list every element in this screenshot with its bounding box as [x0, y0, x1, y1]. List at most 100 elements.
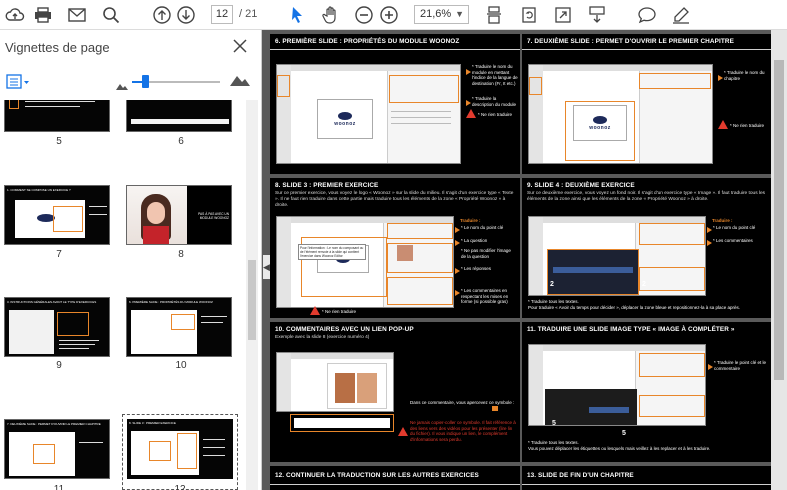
search-icon[interactable] — [100, 4, 122, 26]
slide-note: * Traduire la description du module — [472, 96, 517, 107]
editor-screenshot: woonoz — [528, 64, 713, 164]
slide-note: * La question — [461, 238, 488, 243]
slide-note: Dans ce commentaire, vous apercevez ce s… — [410, 400, 515, 405]
slide-note: * Traduire tous les textes. — [528, 299, 579, 304]
page-thumbnail-8[interactable]: PAS À PAS AVEC UN MODULE WOONOZ — [126, 185, 232, 245]
thumbnail-caption: 3. INSTRUCTIONS GÉNÉRALES AVANT LE TYPE … — [7, 300, 97, 304]
page-thumbnail-12-selected[interactable]: 8. SLIDE 3 : PREMIER EXERCICE — [122, 414, 238, 490]
slide-description: Sur ce premier exercice, vous voyez le l… — [275, 191, 514, 208]
info-callout: Pour l'information : Le nom du composant… — [298, 244, 366, 260]
thumbnail-scrollbar-handle[interactable] — [248, 260, 256, 340]
slide-7: 7. DEUXIÈME SLIDE : PERMET D'OUVRIR LE P… — [522, 34, 772, 174]
page-number-label: 6 — [178, 136, 184, 147]
slide-note: * Ne rien traduire — [322, 309, 357, 314]
small-thumbnail-icon[interactable] — [116, 77, 128, 95]
slide-note: Traduire : — [460, 218, 481, 223]
thumbnail-caption: 1. COMMENT SE COMPOSE UN EXERCICE ? — [7, 188, 71, 192]
editor-screenshot — [528, 216, 706, 296]
collapse-panel-handle[interactable]: ◀ — [263, 255, 270, 279]
page-up-icon[interactable] — [151, 4, 173, 26]
slide-note: * Les commentaires — [713, 238, 753, 243]
slide-note: * Traduire le nom du module en mettant l… — [472, 64, 518, 86]
slide-title: 10. COMMENTAIRES AVEC UN LIEN POP-UP — [275, 326, 414, 333]
step-badge: 5 — [622, 430, 626, 437]
page-thumbnail-6[interactable] — [126, 100, 232, 132]
panel-title: Vignettes de page — [5, 40, 110, 55]
thumbnail-caption: 6. PREMIÈRE SLIDE : PROPRIÉTÉS DU MODULE… — [129, 300, 213, 304]
scroll-mode-icon[interactable] — [586, 4, 608, 26]
email-icon[interactable] — [66, 4, 88, 26]
slide-note: * Les commentaires en respectant les mis… — [461, 288, 509, 304]
zoom-in-icon[interactable] — [378, 4, 400, 26]
slide-title: 9. SLIDE 4 : DEUXIÈME EXERCICE — [527, 182, 635, 189]
slide-9: 9. SLIDE 4 : DEUXIÈME EXERCICE Sur ce de… — [522, 178, 772, 318]
full-screen-icon[interactable] — [552, 4, 574, 26]
large-thumbnail-icon[interactable] — [230, 73, 250, 91]
toolbar: 12 / 21 21,6% ▼ — [0, 0, 787, 30]
slide-note: * Le nom du point clé — [461, 225, 504, 230]
page-thumbnail-11[interactable]: 7. DEUXIÈME SLIDE : PERMET D'OUVRIR LE P… — [4, 419, 110, 479]
slide-note: * Le nom du point clé — [713, 225, 756, 230]
slide-title: 6. PREMIÈRE SLIDE : PROPRIÉTÉS DU MODULE… — [275, 38, 460, 45]
warning-icon — [466, 109, 476, 118]
slide-note: * Ne pas modifier l'image de la question — [461, 248, 511, 259]
slide-description: Exemple avec la slide 8 (exercice numéro… — [275, 335, 370, 340]
step-badge: 5 — [552, 420, 556, 427]
slide-title: 12. CONTINUER LA TRADUCTION SUR LES AUTR… — [275, 472, 479, 479]
select-pointer-icon[interactable] — [286, 4, 308, 26]
comment-icon[interactable] — [636, 4, 658, 26]
cloud-upload-icon[interactable] — [4, 4, 26, 26]
slider-handle[interactable] — [142, 75, 149, 88]
page-number-label: 10 — [175, 360, 187, 371]
page-thumbnail-9[interactable]: 3. INSTRUCTIONS GÉNÉRALES AVANT LE TYPE … — [4, 297, 110, 357]
print-icon[interactable] — [32, 4, 54, 26]
thumbnail-options-button[interactable] — [6, 74, 30, 90]
fit-page-icon[interactable] — [483, 4, 505, 26]
page-thumbnail-7[interactable]: 1. COMMENT SE COMPOSE UN EXERCICE ? — [4, 185, 110, 245]
zoom-out-icon[interactable] — [353, 4, 375, 26]
thumbnail-caption: 7. DEUXIÈME SLIDE : PERMET D'OUVRIR LE P… — [7, 422, 101, 426]
slide-note: Pour traduire « Avoir du temps pour déci… — [528, 305, 741, 310]
slide-title: 11. TRADUIRE UNE SLIDE IMAGE TYPE « IMAG… — [527, 326, 735, 333]
slide-note: * Traduire le nom du chapitre — [724, 70, 765, 81]
page-number-label: 7 — [56, 249, 62, 260]
page-total: / 21 — [239, 8, 258, 20]
thumbnail-caption: 8. SLIDE 3 : PREMIER EXERCICE — [129, 421, 176, 425]
document-scrollbar-handle[interactable] — [774, 60, 784, 380]
slide-note: Vous pouvez déplacer les étiquettes ou l… — [528, 446, 711, 451]
highlight-pen-icon[interactable] — [670, 4, 692, 26]
close-icon[interactable] — [232, 38, 248, 54]
slide-note: * Les réponses — [461, 266, 492, 271]
thumbnail-caption: PAS À PAS AVEC UN MODULE WOONOZ — [198, 212, 229, 220]
warning-icon — [398, 427, 408, 436]
slide-note: * Ne rien traduire — [730, 123, 765, 128]
zoom-select[interactable]: 21,6% ▼ — [414, 5, 469, 24]
page-down-icon[interactable] — [175, 4, 197, 26]
slide-note: Traduire : — [712, 218, 733, 223]
page-number-label: 12 — [174, 484, 186, 490]
slide-6: 6. PREMIÈRE SLIDE : PROPRIÉTÉS DU MODULE… — [270, 34, 520, 174]
page-number-input[interactable]: 12 — [211, 5, 233, 24]
slide-11: 11. TRADUIRE UNE SLIDE IMAGE TYPE « IMAG… — [522, 322, 772, 462]
page-thumbnail-5[interactable] — [4, 100, 110, 132]
slide-note: * Ne rien traduire — [478, 112, 513, 117]
thumbnail-list: 5 6 1. COMMENT SE COMPOSE UN EXERCICE ? … — [0, 100, 262, 490]
hand-tool-icon[interactable] — [320, 4, 342, 26]
slide-13: 13. SLIDE DE FIN D'UN CHAPITRE — [522, 466, 772, 490]
page-number-label: 9 — [56, 360, 62, 371]
slide-title: 7. DEUXIÈME SLIDE : PERMET D'OUVRIR LE P… — [527, 38, 734, 45]
woonoz-logo: woonoz — [317, 99, 373, 139]
page-thumbnail-10[interactable]: 6. PREMIÈRE SLIDE : PROPRIÉTÉS DU MODULE… — [126, 297, 232, 357]
warning-icon — [310, 306, 320, 315]
rotate-icon[interactable] — [518, 4, 540, 26]
slide-title: 13. SLIDE DE FIN D'UN CHAPITRE — [527, 472, 634, 479]
slide-description: Sur ce deuxième exercice, vous voyez un … — [527, 191, 766, 202]
page-number-label: 5 — [56, 136, 62, 147]
slide-title: 8. SLIDE 3 : PREMIER EXERCICE — [275, 182, 379, 189]
zoom-value: 21,6% — [420, 8, 452, 20]
page-number-label: 8 — [178, 249, 184, 260]
editor-screenshot: woonoz — [276, 64, 461, 164]
slide-12: 12. CONTINUER LA TRADUCTION SUR LES AUTR… — [270, 466, 520, 490]
editor-screenshot — [276, 216, 454, 308]
slide-note: * Traduire le point clé et le commentair… — [714, 360, 767, 371]
